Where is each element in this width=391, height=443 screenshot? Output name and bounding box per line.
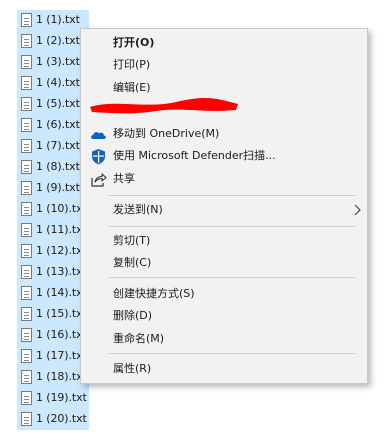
file-name: 1 (19).txt [36, 391, 87, 404]
menu-item-defender-scan[interactable]: 使用 Microsoft Defender扫描... [82, 145, 366, 167]
text-file-icon [21, 181, 32, 195]
file-item[interactable]: 1 (5).txt [17, 94, 89, 115]
menu-separator [109, 277, 355, 278]
menu-item-label: 创建快捷方式(S) [113, 287, 195, 300]
file-item[interactable]: 1 (9).txt [17, 178, 89, 199]
text-file-icon [21, 76, 32, 90]
text-file-icon [21, 118, 32, 132]
file-item[interactable]: 1 (2).txt [17, 31, 89, 52]
file-list: 1 (1).txt 1 (2).txt 1 (3).txt 1 (4).txt 1 (5… [17, 10, 89, 430]
menu-item-label: 使用 Microsoft Defender扫描... [113, 149, 276, 162]
text-file-icon [21, 349, 32, 363]
text-file-icon [21, 391, 32, 405]
file-item[interactable]: 1 (12).txt [17, 241, 89, 262]
menu-item-label: 编辑(E) [113, 81, 151, 94]
menu-item-label: 重命名(M) [113, 332, 165, 345]
onedrive-cloud-icon [91, 132, 106, 139]
file-item[interactable]: 1 (16).txt [17, 325, 89, 346]
menu-item-properties[interactable]: 属性(R) [82, 358, 366, 380]
menu-item-label: 剪切(T) [113, 234, 151, 247]
menu-separator [109, 353, 355, 354]
file-name: 1 (9).txt [36, 181, 80, 194]
menu-item-label: 删除(D) [113, 309, 153, 322]
file-item[interactable]: 1 (19).txt [17, 388, 89, 409]
file-name: 1 (5).txt [36, 97, 80, 110]
file-item[interactable]: 1 (20).txt [17, 409, 89, 430]
menu-item-label: 打印(P) [113, 58, 151, 71]
file-item[interactable]: 1 (1).txt [17, 10, 89, 31]
menu-separator [109, 226, 355, 227]
file-item[interactable]: 1 (3).txt [17, 52, 89, 73]
file-item[interactable]: 1 (18).txt [17, 367, 89, 388]
file-item[interactable]: 1 (17).txt [17, 346, 89, 367]
menu-item-rename[interactable]: 重命名(M) [82, 328, 366, 350]
file-name: 1 (8).txt [36, 160, 80, 173]
text-file-icon [21, 97, 32, 111]
file-item[interactable]: 1 (4).txt [17, 73, 89, 94]
menu-item-label: 复制(C) [113, 256, 152, 269]
file-name: 1 (20).txt [36, 412, 87, 425]
file-item[interactable]: 1 (14).txt [17, 283, 89, 304]
context-menu: 打开(O) 打印(P) 编辑(E) 移动到 OneDrive(M) 使用 Mic… [80, 28, 368, 384]
menu-item-label: 共享 [113, 172, 135, 185]
menu-item-label: 打开(O) [113, 36, 155, 49]
menu-item-create-shortcut[interactable]: 创建快捷方式(S) [82, 283, 366, 305]
file-item[interactable]: 1 (13).txt [17, 262, 89, 283]
text-file-icon [21, 307, 32, 321]
file-name: 1 (2).txt [36, 34, 80, 47]
file-item[interactable]: 1 (6).txt [17, 115, 89, 136]
file-name: 1 (3).txt [36, 55, 80, 68]
file-item[interactable]: 1 (8).txt [17, 157, 89, 178]
menu-item-copy[interactable]: 复制(C) [82, 252, 366, 274]
file-item[interactable]: 1 (15).txt [17, 304, 89, 325]
menu-item-cut[interactable]: 剪切(T) [82, 230, 366, 252]
menu-item-label: 发送到(N) [113, 203, 163, 216]
file-item[interactable]: 1 (7).txt [17, 136, 89, 157]
text-file-icon [21, 370, 32, 384]
explorer-window: 1 (1).txt 1 (2).txt 1 (3).txt 1 (4).txt 1 (5… [0, 0, 391, 443]
file-name: 1 (6).txt [36, 118, 80, 131]
menu-separator [109, 195, 355, 196]
text-file-icon [21, 223, 32, 237]
defender-shield-icon [92, 149, 105, 165]
menu-item-delete[interactable]: 删除(D) [82, 305, 366, 327]
menu-item-label: 移动到 OneDrive(M) [113, 127, 220, 140]
file-name: 1 (4).txt [36, 76, 80, 89]
chevron-right-icon [354, 204, 361, 216]
file-name: 1 (7).txt [36, 139, 80, 152]
text-file-icon [21, 202, 32, 216]
text-file-icon [21, 244, 32, 258]
text-file-icon [21, 55, 32, 69]
text-file-icon [21, 34, 32, 48]
menu-item-label: 属性(R) [113, 362, 152, 375]
text-file-icon [21, 286, 32, 300]
file-item[interactable]: 1 (11).txt [17, 220, 89, 241]
text-file-icon [21, 139, 32, 153]
menu-item-onedrive[interactable]: 移动到 OneDrive(M) [82, 123, 366, 145]
text-file-icon [21, 160, 32, 174]
file-name: 1 (1).txt [36, 13, 80, 26]
text-file-icon [21, 328, 32, 342]
menu-item-open[interactable]: 打开(O) [82, 32, 366, 54]
redaction-mark [90, 97, 238, 114]
menu-item-send-to[interactable]: 发送到(N) [82, 199, 366, 221]
text-file-icon [21, 412, 32, 426]
share-icon [91, 173, 107, 187]
text-file-icon [21, 13, 32, 27]
text-file-icon [21, 265, 32, 279]
menu-item-share[interactable]: 共享 [82, 168, 366, 190]
file-item[interactable]: 1 (10).txt [17, 199, 89, 220]
menu-item-print[interactable]: 打印(P) [82, 54, 366, 76]
